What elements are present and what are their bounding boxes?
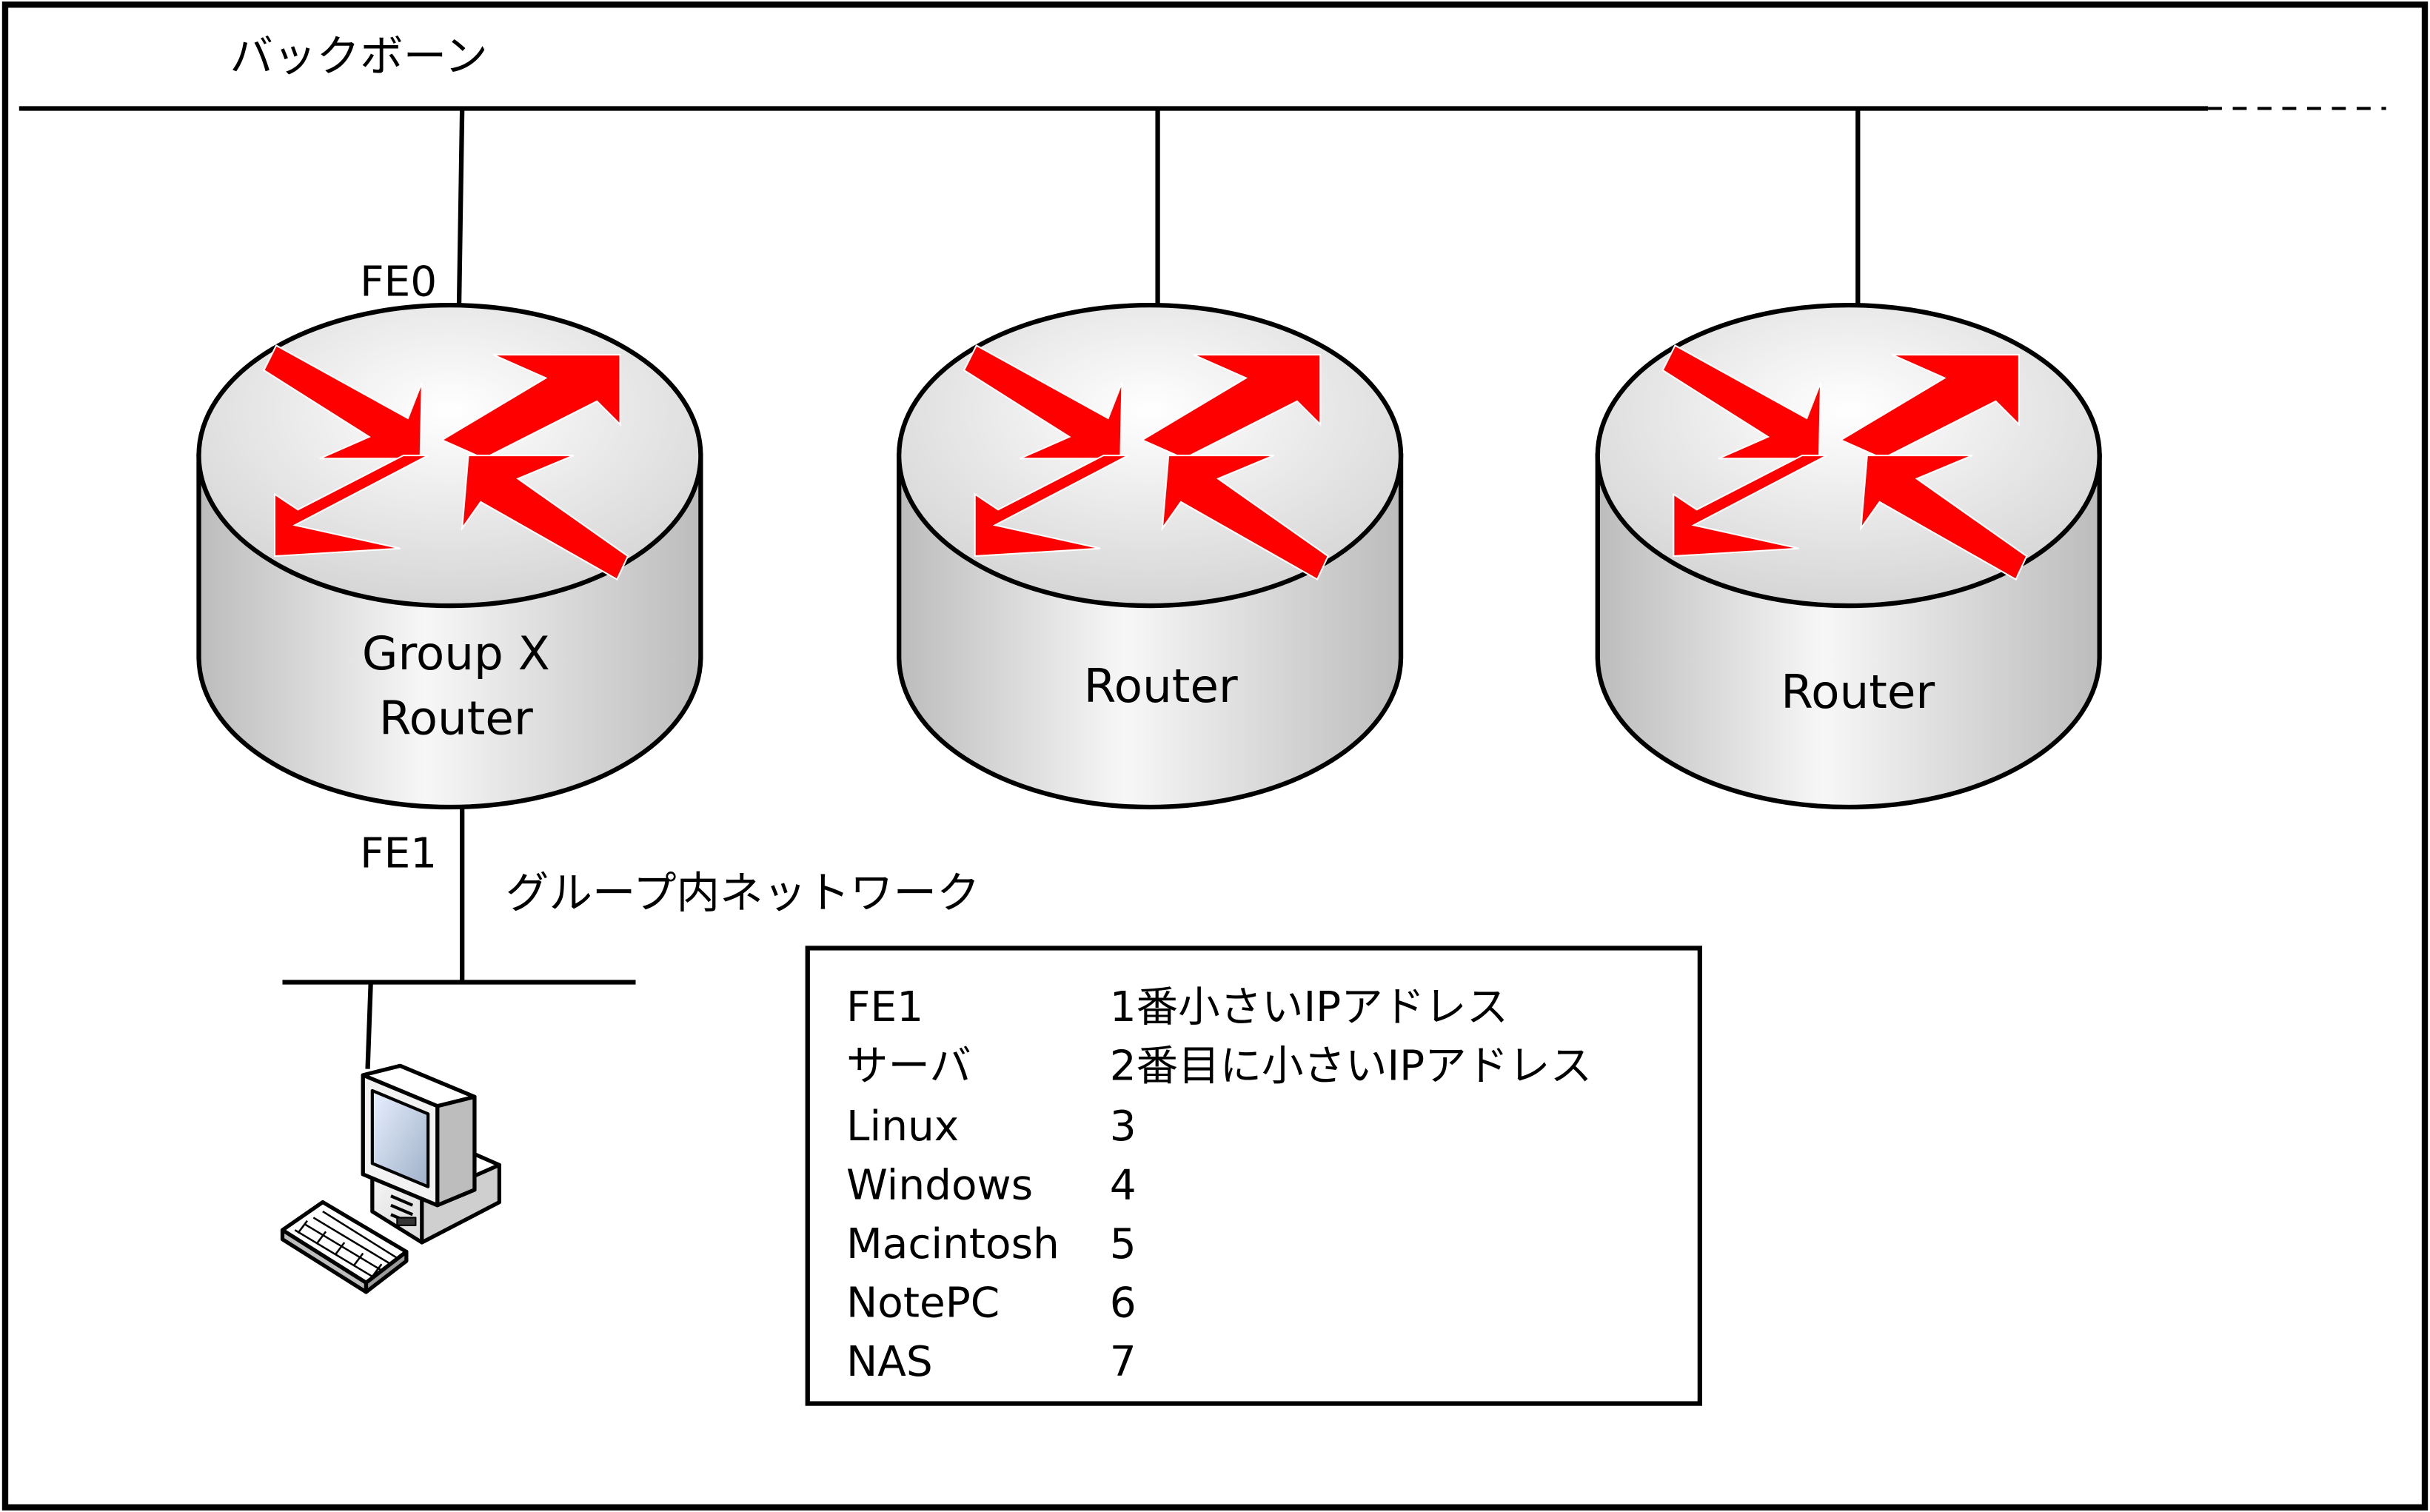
row-name: サーバ — [846, 1042, 971, 1090]
port-label-fe0: FE0 — [360, 258, 437, 307]
table-row: サーバ 2番目に小さいIPアドレス — [846, 1042, 1592, 1090]
router-icon — [899, 305, 1401, 807]
link-backbone-router-1 — [456, 108, 465, 307]
row-value: 6 — [1110, 1279, 1137, 1327]
row-name: NAS — [846, 1338, 933, 1386]
desktop-computer-icon — [280, 1063, 502, 1294]
row-name: Linux — [846, 1103, 959, 1151]
router-group-x: Group X Router — [199, 305, 701, 807]
router-2: Router — [899, 305, 1401, 807]
router-icon — [1598, 305, 2100, 807]
row-name: NotePC — [846, 1279, 1000, 1327]
router-label: Router — [1781, 665, 1935, 719]
row-name: Macintosh — [846, 1220, 1060, 1268]
row-value: 2番目に小さいIPアドレス — [1110, 1042, 1592, 1090]
router-label: Router — [1084, 659, 1238, 713]
router-label-line-2: Router — [379, 692, 533, 746]
row-name: FE1 — [846, 983, 923, 1031]
row-name: Windows — [846, 1161, 1033, 1209]
row-value: 4 — [1110, 1161, 1137, 1209]
row-value: 5 — [1110, 1220, 1137, 1268]
network-diagram: バックボーン Group X Router FE0 Router Router … — [1, 1, 2429, 1511]
row-value: 7 — [1110, 1338, 1137, 1386]
port-label-fe1: FE1 — [360, 830, 437, 878]
row-value: 1番小さいIPアドレス — [1110, 983, 1508, 1031]
link-network-computer — [365, 982, 373, 1069]
router-3: Router — [1598, 305, 2100, 807]
row-value: 3 — [1110, 1103, 1137, 1151]
group-network-label: グループ内ネットワーク — [506, 868, 980, 918]
backbone-label: バックボーン — [230, 31, 488, 81]
router-label-line-1: Group X — [362, 626, 550, 680]
